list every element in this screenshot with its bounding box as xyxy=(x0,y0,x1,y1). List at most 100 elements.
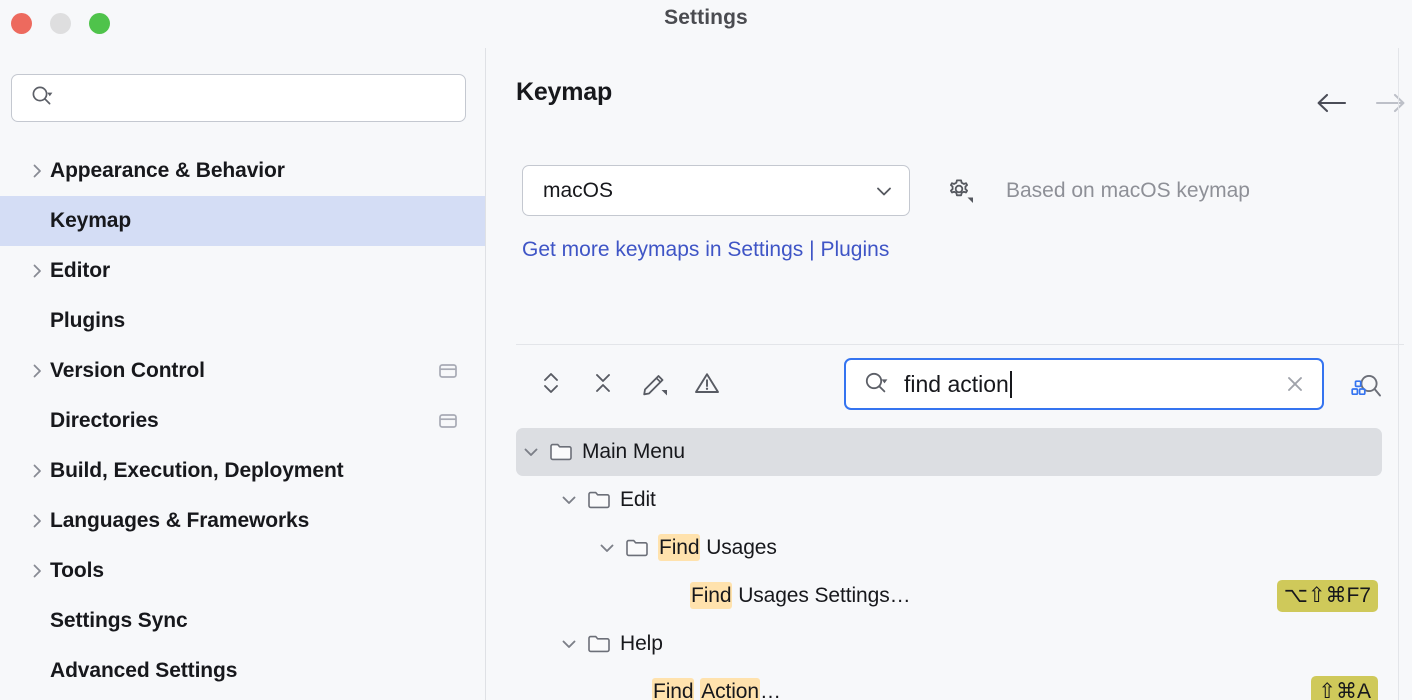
sidebar-item-label: Version Control xyxy=(50,359,205,383)
navigation-arrows xyxy=(1314,90,1408,116)
search-match-highlight: Action xyxy=(700,678,760,700)
tree-row-label: Main Menu xyxy=(582,440,685,464)
get-more-keymaps-link[interactable]: Get more keymaps in Settings | Plugins xyxy=(522,238,889,262)
sidebar-item-label: Directories xyxy=(50,409,159,433)
chevron-down-icon[interactable] xyxy=(554,489,584,511)
settings-sidebar: Appearance & Behavior Keymap Editor Plugins… xyxy=(0,48,486,700)
plugins-link-text: Plugins xyxy=(820,238,889,261)
chevron-right-icon[interactable] xyxy=(24,361,50,381)
sidebar-item-languages-frameworks[interactable]: Languages & Frameworks xyxy=(0,496,486,546)
tree-row[interactable]: Find Usages xyxy=(516,524,1382,572)
folder-icon xyxy=(584,631,614,657)
project-scope-badge-icon xyxy=(436,359,460,383)
search-match-highlight: Find xyxy=(652,678,694,700)
sidebar-item-tools[interactable]: Tools xyxy=(0,546,486,596)
sidebar-item-build-execution-deployment[interactable]: Build, Execution, Deployment xyxy=(0,446,486,496)
sidebar-item-label: Editor xyxy=(50,259,110,283)
edit-shortcut-pencil-icon[interactable] xyxy=(629,358,681,408)
tree-row-label: Edit xyxy=(620,488,656,512)
sidebar-item-label: Build, Execution, Deployment xyxy=(50,459,344,483)
tree-row-label: Find Action… xyxy=(652,680,781,700)
keymap-settings-gear-button[interactable] xyxy=(942,174,976,208)
folder-icon xyxy=(622,535,652,561)
tree-row-text: Edit xyxy=(620,488,656,511)
sidebar-item-settings-sync[interactable]: Settings Sync xyxy=(0,596,486,646)
window-title: Settings xyxy=(0,6,1412,30)
chevron-down-icon[interactable] xyxy=(554,633,584,655)
chevron-right-icon[interactable] xyxy=(24,561,50,581)
sidebar-item-version-control[interactable]: Version Control xyxy=(0,346,486,396)
back-arrow-icon[interactable] xyxy=(1314,90,1348,116)
sidebar-item-label: Advanced Settings xyxy=(50,659,237,683)
chevron-down-icon[interactable] xyxy=(516,441,546,463)
sidebar-item-keymap[interactable]: Keymap xyxy=(0,196,486,246)
clear-search-icon[interactable] xyxy=(1282,371,1308,397)
sidebar-search-input[interactable] xyxy=(55,87,465,109)
tree-row-text: Main Menu xyxy=(582,440,685,463)
chevron-down-icon xyxy=(873,180,895,202)
folder-icon xyxy=(546,439,576,465)
keymap-search-box[interactable]: find action xyxy=(844,358,1324,410)
keymap-dropdown-value: macOS xyxy=(543,179,873,203)
tree-row-label: Find Usages xyxy=(658,536,777,560)
sidebar-item-label: Appearance & Behavior xyxy=(50,159,285,183)
sidebar-item-advanced-settings[interactable]: Advanced Settings xyxy=(0,646,486,696)
sidebar-item-label: Keymap xyxy=(50,209,131,233)
keymap-tree-toolbar xyxy=(525,358,733,408)
title-bar: Settings xyxy=(0,0,1412,48)
expand-all-icon[interactable] xyxy=(525,358,577,408)
get-more-keymaps-text: Get more keymaps in Settings xyxy=(522,238,803,261)
chevron-right-icon[interactable] xyxy=(24,261,50,281)
tree-row-label: Find Usages Settings… xyxy=(690,584,911,608)
sidebar-search-box[interactable] xyxy=(11,74,466,122)
tree-row-text: … xyxy=(760,680,781,700)
tree-row-text: Usages Settings… xyxy=(732,584,910,607)
search-icon xyxy=(862,369,892,399)
folder-icon xyxy=(584,487,614,513)
text-caret xyxy=(1010,371,1012,398)
tree-row[interactable]: Find Action… ⇧⌘A xyxy=(516,668,1382,700)
sidebar-item-list: Appearance & Behavior Keymap Editor Plugins… xyxy=(0,146,486,696)
sidebar-item-label: Tools xyxy=(50,559,104,583)
search-icon xyxy=(29,83,55,114)
keymap-tree: Main MenuEditFind UsagesFind Usages Sett… xyxy=(516,428,1382,700)
page-title: Keymap xyxy=(516,78,612,107)
keymap-search-value: find action xyxy=(904,371,1009,398)
conflicts-warning-icon[interactable] xyxy=(681,358,733,408)
sidebar-item-editor[interactable]: Editor xyxy=(0,246,486,296)
settings-content-pane: Keymap macOS xyxy=(487,48,1412,700)
find-by-shortcut-icon[interactable] xyxy=(1346,368,1386,408)
chevron-right-icon[interactable] xyxy=(24,161,50,181)
settings-window: Settings Appearance & Behavior Keymap Edit… xyxy=(0,0,1412,700)
sidebar-item-appearance-behavior[interactable]: Appearance & Behavior xyxy=(0,146,486,196)
sidebar-item-label: Languages & Frameworks xyxy=(50,509,309,533)
sidebar-item-plugins[interactable]: Plugins xyxy=(0,296,486,346)
chevron-right-icon[interactable] xyxy=(24,511,50,531)
forward-arrow-icon[interactable] xyxy=(1374,90,1408,116)
tree-row[interactable]: Find Usages Settings… ⌥⇧⌘F7 xyxy=(516,572,1382,620)
keymap-search-field[interactable]: find action xyxy=(904,371,1282,398)
shortcut-badge: ⌥⇧⌘F7 xyxy=(1277,580,1378,612)
search-match-highlight: Find xyxy=(658,534,700,561)
right-edge-divider xyxy=(1398,48,1399,700)
tree-row[interactable]: Main Menu xyxy=(516,428,1382,476)
tree-row-text: Help xyxy=(620,632,663,655)
based-on-keymap-label: Based on macOS keymap xyxy=(1006,179,1250,203)
chevron-right-icon[interactable] xyxy=(24,461,50,481)
search-match-highlight: Find xyxy=(690,582,732,609)
tree-row-label: Help xyxy=(620,632,663,656)
tree-row[interactable]: Help xyxy=(516,620,1382,668)
chevron-down-icon[interactable] xyxy=(592,537,622,559)
link-separator: | xyxy=(809,238,814,261)
toolbar-divider xyxy=(516,344,1404,345)
collapse-all-icon[interactable] xyxy=(577,358,629,408)
shortcut-badge: ⇧⌘A xyxy=(1311,676,1378,700)
tree-row[interactable]: Edit xyxy=(516,476,1382,524)
project-scope-badge-icon xyxy=(436,409,460,433)
keymap-dropdown[interactable]: macOS xyxy=(522,165,910,216)
sidebar-item-label: Settings Sync xyxy=(50,609,188,633)
tree-row-text: Usages xyxy=(700,536,776,559)
sidebar-item-label: Plugins xyxy=(50,309,125,333)
sidebar-item-directories[interactable]: Directories xyxy=(0,396,486,446)
keymap-selection-row: macOS Based on macOS keymap xyxy=(522,165,1250,216)
